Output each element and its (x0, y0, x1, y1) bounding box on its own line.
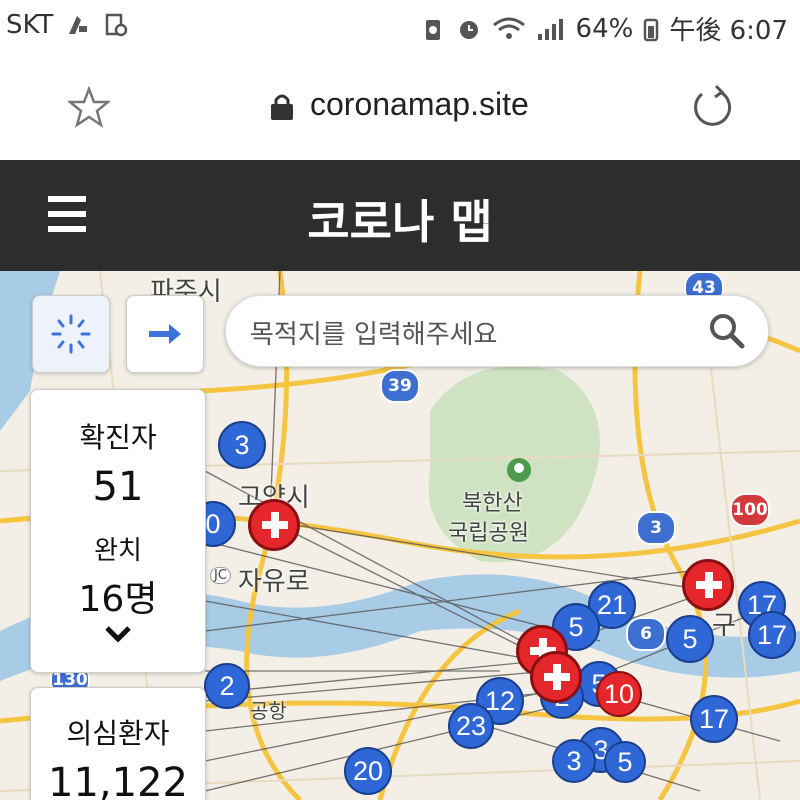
browser-url-bar: coronamap.site (0, 56, 800, 160)
park-icon (507, 458, 531, 482)
carrier-label: SKT (6, 10, 54, 40)
bookmark-star-icon[interactable] (68, 86, 110, 128)
battery-saver-icon (425, 19, 440, 40)
map-label-national-park: 국립공원 (448, 521, 529, 546)
signal-icon (537, 18, 563, 40)
map-label-jayuro: 자유로 (238, 567, 310, 597)
case-cluster-marker[interactable]: 17 (748, 611, 796, 659)
road-shield: 100 (730, 493, 770, 527)
map-label-airport: 공항 (250, 699, 287, 723)
app-header: 코로나 맵 (0, 160, 800, 271)
page-title: 코로나 맵 (307, 195, 493, 249)
case-cluster-marker[interactable]: 3 (218, 421, 266, 469)
loading-spinner-icon (51, 314, 91, 354)
hospital-marker-icon[interactable] (682, 559, 734, 611)
map-view[interactable]: 파주시 고양시 자유로 JC 북한산 국립공원 공항 구 39 3 100 43… (0, 271, 800, 800)
alarm-icon (459, 20, 478, 39)
recovered-count: 16명 (78, 579, 158, 620)
location-loading-button[interactable] (32, 295, 110, 373)
search-input[interactable]: 목적지를 입력해주세요 (250, 314, 497, 351)
case-cluster-marker[interactable]: 5 (604, 741, 646, 783)
case-cluster-marker[interactable]: 3 (552, 739, 596, 783)
case-cluster-marker[interactable]: 20 (344, 747, 392, 795)
go-button[interactable] (126, 295, 204, 373)
case-cluster-marker[interactable]: 2 (204, 663, 250, 709)
recovered-label: 완치 (94, 536, 142, 566)
status-bar: SKT 64% 午後 6:07 (0, 0, 800, 56)
chevron-down-icon[interactable] (103, 622, 133, 646)
map-label-bukhansan: 북한산 (462, 491, 523, 516)
status-right: 64% 午後 6:07 (420, 10, 788, 47)
clock: 午後 6:07 (669, 16, 788, 46)
notification-icon (69, 16, 88, 34)
stats-panel: 확진자 51 완치 16명 (30, 389, 206, 673)
map-label-jc: JC (210, 567, 231, 584)
arrow-right-icon (149, 324, 181, 344)
lock-icon (271, 94, 293, 120)
suspected-panel: 의심환자 11,122 (30, 687, 206, 800)
case-cluster-marker[interactable]: 17 (690, 695, 738, 743)
search-icon[interactable] (708, 312, 746, 350)
road-shield: 6 (626, 617, 666, 651)
confirmed-count: 51 (92, 464, 144, 510)
case-cluster-marker[interactable]: 10 (596, 671, 642, 717)
battery-icon (644, 18, 659, 41)
url-text[interactable]: coronamap.site (310, 86, 529, 123)
suspected-label: 의심환자 (66, 717, 170, 750)
battery-percent: 64% (575, 13, 634, 44)
case-cluster-marker[interactable]: 23 (448, 703, 494, 749)
screenshot-icon (106, 13, 128, 37)
map-label-guri: 구 (712, 611, 736, 641)
hospital-marker-icon[interactable] (530, 651, 582, 703)
reload-icon[interactable] (690, 84, 734, 128)
confirmed-label: 확진자 (79, 421, 157, 454)
status-left: SKT (6, 10, 129, 40)
suspected-count: 11,122 (48, 760, 188, 800)
destination-search-bar[interactable]: 목적지를 입력해주세요 (225, 295, 769, 367)
case-cluster-marker[interactable]: 5 (666, 615, 714, 663)
road-shield: 39 (380, 369, 420, 403)
hospital-marker-icon[interactable] (248, 499, 300, 551)
road-shield: 3 (636, 511, 676, 545)
wifi-icon (492, 17, 525, 39)
